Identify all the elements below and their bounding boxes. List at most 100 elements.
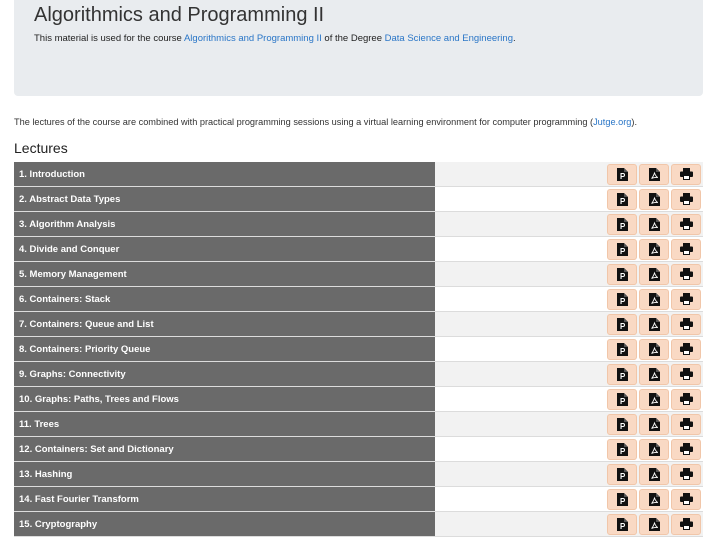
pdf-download-button[interactable] [639,363,669,385]
lecture-row: 10. Graphs: Paths, Trees and Flows [14,386,703,412]
lecture-title: 13. Hashing [14,461,436,487]
print-button[interactable] [671,338,701,360]
course-link[interactable]: Algorithmics and Programming II [184,33,322,44]
slides-download-button[interactable] [607,213,637,235]
print-icon [679,367,693,384]
degree-link[interactable]: Data Science and Engineering [385,33,513,44]
pdf-file-icon [648,417,660,435]
lecture-title: 8. Containers: Priority Queue [14,336,436,362]
slides-download-button[interactable] [607,163,637,185]
pdf-download-button[interactable] [639,413,669,435]
print-button[interactable] [671,488,701,510]
pdf-download-button[interactable] [639,313,669,335]
powerpoint-file-icon [616,442,628,460]
slides-download-button[interactable] [607,263,637,285]
slides-download-button[interactable] [607,438,637,460]
print-icon [679,517,693,534]
lecture-actions [603,411,703,437]
lecture-title: 14. Fast Fourier Transform [14,486,436,512]
print-icon [679,342,693,359]
print-button[interactable] [671,213,701,235]
pdf-download-button[interactable] [639,288,669,310]
print-button[interactable] [671,513,701,535]
pdf-download-button[interactable] [639,438,669,460]
print-icon [679,392,693,409]
slides-download-button[interactable] [607,338,637,360]
lecture-spacer [435,486,603,512]
lead-middle: of the Degree [321,33,385,44]
print-button[interactable] [671,388,701,410]
pdf-download-button[interactable] [639,213,669,235]
print-icon [679,242,693,259]
pdf-download-button[interactable] [639,388,669,410]
pdf-file-icon [648,217,660,235]
lecture-spacer [435,411,603,437]
print-icon [679,292,693,309]
print-icon [679,267,693,284]
slides-download-button[interactable] [607,463,637,485]
lecture-row: 3. Algorithm Analysis [14,211,703,237]
lecture-row: 7. Containers: Queue and List [14,311,703,337]
intro-paragraph: The lectures of the course are combined … [14,117,637,127]
powerpoint-file-icon [616,242,628,260]
lecture-spacer [435,236,603,262]
lecture-actions [603,286,703,312]
print-button[interactable] [671,163,701,185]
pdf-file-icon [648,367,660,385]
slides-download-button[interactable] [607,413,637,435]
print-button[interactable] [671,313,701,335]
print-button[interactable] [671,288,701,310]
pdf-download-button[interactable] [639,338,669,360]
pdf-file-icon [648,167,660,185]
print-button[interactable] [671,263,701,285]
slides-download-button[interactable] [607,238,637,260]
pdf-download-button[interactable] [639,488,669,510]
lecture-title: 5. Memory Management [14,261,436,287]
print-icon [679,417,693,434]
lead-prefix: This material is used for the course [34,33,184,44]
lecture-title: 4. Divide and Conquer [14,236,436,262]
pdf-download-button[interactable] [639,163,669,185]
print-button[interactable] [671,238,701,260]
lectures-heading: Lectures [14,140,68,156]
lecture-title: 2. Abstract Data Types [14,186,436,212]
lecture-row: 14. Fast Fourier Transform [14,486,703,512]
print-button[interactable] [671,188,701,210]
print-icon [679,442,693,459]
lecture-actions [603,162,703,187]
print-button[interactable] [671,438,701,460]
pdf-file-icon [648,442,660,460]
powerpoint-file-icon [616,517,628,535]
slides-download-button[interactable] [607,288,637,310]
print-button[interactable] [671,413,701,435]
pdf-download-button[interactable] [639,263,669,285]
lecture-row: 13. Hashing [14,461,703,487]
slides-download-button[interactable] [607,313,637,335]
powerpoint-file-icon [616,367,628,385]
lecture-spacer [435,336,603,362]
lecture-title: 12. Containers: Set and Dictionary [14,436,436,462]
lecture-spacer [435,361,603,387]
lecture-row: 5. Memory Management [14,261,703,287]
lecture-spacer [435,461,603,487]
print-button[interactable] [671,463,701,485]
lecture-spacer [435,162,603,187]
slides-download-button[interactable] [607,513,637,535]
pdf-download-button[interactable] [639,513,669,535]
slides-download-button[interactable] [607,363,637,385]
pdf-download-button[interactable] [639,188,669,210]
lecture-title: 6. Containers: Stack [14,286,436,312]
slides-download-button[interactable] [607,188,637,210]
powerpoint-file-icon [616,317,628,335]
slides-download-button[interactable] [607,488,637,510]
pdf-file-icon [648,342,660,360]
jutge-link[interactable]: Jutge.org [593,117,631,127]
lecture-actions [603,486,703,512]
pdf-download-button[interactable] [639,463,669,485]
slides-download-button[interactable] [607,388,637,410]
lecture-title: 15. Cryptography [14,511,436,537]
lecture-row: 4. Divide and Conquer [14,236,703,262]
lecture-title: 3. Algorithm Analysis [14,211,436,237]
print-button[interactable] [671,363,701,385]
pdf-download-button[interactable] [639,238,669,260]
